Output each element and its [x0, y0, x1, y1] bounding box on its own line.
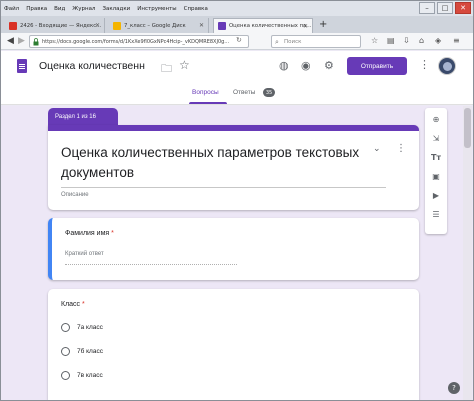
- scroll-thumb[interactable]: [464, 108, 471, 148]
- send-button[interactable]: Отправить: [347, 57, 407, 75]
- tab-label: 7_класс – Google Диск: [124, 22, 186, 29]
- menu-history[interactable]: Журнал: [72, 6, 95, 12]
- minimize-button[interactable]: –: [419, 2, 435, 14]
- form-editor: Раздел 1 из 16 Оценка количественных пар…: [1, 106, 473, 400]
- collapse-icon[interactable]: ⌄: [373, 144, 381, 154]
- help-icon[interactable]: ?: [448, 382, 460, 394]
- menu-edit[interactable]: Правка: [26, 6, 47, 12]
- tab-label: 2426 - Входящие — Яндекс…: [20, 22, 102, 29]
- radio-option[interactable]: 7б класс: [61, 347, 103, 356]
- back-icon[interactable]: ◀: [7, 36, 14, 46]
- question-card[interactable]: Фамилия имя * Краткий ответ: [48, 218, 419, 280]
- radio-circle[interactable]: [61, 323, 70, 332]
- tab-drive[interactable]: 7_класс – Google Диск ✕: [109, 18, 209, 33]
- folder-icon[interactable]: 🗀: [161, 60, 172, 79]
- download-icon[interactable]: ⇩: [403, 36, 410, 45]
- add-video-icon[interactable]: ▶: [425, 191, 447, 200]
- question-card[interactable]: Класс * 7а класс 7б класс 7в класс: [48, 289, 419, 400]
- form-doc-title[interactable]: Оценка количественн: [39, 60, 145, 72]
- home-icon[interactable]: ⌂: [419, 36, 424, 45]
- more-options-icon[interactable]: ⋮: [419, 58, 430, 71]
- floating-toolbar: ⊕ ⇲ Tт ▣ ▶ ☰: [425, 108, 447, 234]
- gmail-icon: [9, 21, 17, 30]
- menu-file[interactable]: Файл: [4, 6, 19, 12]
- pocket-icon[interactable]: ◈: [435, 36, 441, 45]
- reader-icon[interactable]: ▤: [387, 36, 395, 45]
- menu-help[interactable]: Справка: [184, 6, 208, 12]
- add-title-icon[interactable]: Tт: [425, 153, 447, 162]
- avatar[interactable]: [438, 57, 456, 75]
- add-question-icon[interactable]: ⊕: [425, 115, 447, 124]
- navigation-bar: ◀ ▶ https://docs.google.com/forms/d/1KxX…: [1, 33, 473, 50]
- add-section-icon[interactable]: ☰: [425, 210, 447, 219]
- new-tab-icon[interactable]: +: [319, 19, 327, 30]
- close-window-button[interactable]: ✕: [455, 2, 471, 14]
- close-tab-icon[interactable]: ✕: [95, 22, 100, 29]
- palette-icon[interactable]: ◍: [279, 59, 289, 72]
- question-title: Фамилия имя: [65, 230, 110, 237]
- section-more-icon[interactable]: ⋮: [396, 143, 406, 154]
- tab-answers[interactable]: Ответы: [233, 89, 255, 96]
- radio-circle[interactable]: [61, 347, 70, 356]
- menu-bookmarks[interactable]: Закладки: [102, 6, 130, 12]
- description-field[interactable]: Описание: [61, 192, 89, 198]
- tab-label: Оценка количественных па…: [229, 23, 312, 29]
- menu-bar: Файл Правка Вид Журнал Закладки Инструме…: [1, 1, 473, 16]
- tab-mail[interactable]: 2426 - Входящие — Яндекс… ✕: [5, 18, 105, 33]
- option-label: 7б класс: [77, 348, 103, 355]
- menu-view[interactable]: Вид: [54, 6, 65, 12]
- title-underline: [61, 187, 386, 188]
- option-label: 7а класс: [77, 324, 103, 331]
- preview-eye-icon[interactable]: ◉: [301, 59, 311, 72]
- hamburger-menu-icon[interactable]: ≡: [453, 36, 460, 45]
- tab-forms[interactable]: Оценка количественных па… ✕: [213, 18, 313, 33]
- tab-strip: 2426 - Входящие — Яндекс… ✕ 7_класс – Go…: [1, 16, 473, 33]
- form-title[interactable]: Оценка количественных параметров текстов…: [61, 143, 361, 183]
- bookmark-star-icon[interactable]: ☆: [371, 36, 378, 45]
- section-label: Раздел 1 из 16: [48, 108, 118, 126]
- radio-circle[interactable]: [61, 371, 70, 380]
- answers-count-badge: 35: [263, 88, 275, 97]
- form-tabs: Вопросы Ответы 35: [1, 85, 473, 105]
- tab-questions[interactable]: Вопросы: [192, 89, 219, 96]
- reload-icon[interactable]: ↻: [236, 36, 242, 44]
- radio-option[interactable]: 7а класс: [61, 323, 103, 332]
- maximize-button[interactable]: □: [437, 2, 453, 14]
- close-tab-icon[interactable]: ✕: [199, 22, 204, 29]
- scrollbar[interactable]: [463, 106, 472, 400]
- forms-logo-icon[interactable]: [17, 59, 27, 73]
- drive-icon: [113, 21, 121, 30]
- active-tab-indicator: [189, 102, 227, 104]
- menu-tools[interactable]: Инструменты: [137, 6, 176, 12]
- window-controls: – □ ✕: [419, 2, 471, 14]
- question-label: Класс *: [61, 301, 85, 308]
- close-tab-icon[interactable]: ✕: [303, 23, 308, 30]
- settings-gear-icon[interactable]: ⚙: [324, 59, 334, 72]
- question-title: Класс: [61, 301, 81, 308]
- url-text: https://docs.google.com/forms/d/1KxXe9fl…: [42, 38, 230, 45]
- url-bar[interactable]: https://docs.google.com/forms/d/1KxXe9fl…: [29, 35, 249, 48]
- import-questions-icon[interactable]: ⇲: [425, 134, 447, 143]
- star-icon[interactable]: ☆: [179, 58, 190, 72]
- search-icon: ⌕: [275, 38, 279, 46]
- short-answer-field: Краткий ответ: [65, 251, 237, 265]
- forms-icon: [218, 22, 226, 30]
- forward-icon[interactable]: ▶: [18, 36, 25, 46]
- search-placeholder: Поиск: [284, 38, 302, 45]
- search-input[interactable]: ⌕ Поиск: [271, 35, 361, 48]
- required-asterisk: *: [111, 230, 114, 237]
- add-image-icon[interactable]: ▣: [425, 172, 447, 181]
- option-label: 7в класс: [77, 372, 103, 379]
- radio-option[interactable]: 7в класс: [61, 371, 103, 380]
- required-asterisk: *: [82, 301, 85, 308]
- title-card[interactable]: Оценка количественных параметров текстов…: [48, 125, 419, 210]
- lock-icon: [33, 38, 39, 46]
- question-label: Фамилия имя *: [65, 230, 114, 237]
- browser-window: Файл Правка Вид Журнал Закладки Инструме…: [0, 0, 474, 401]
- forms-header: Оценка количественн 🗀 ☆ ◍ ◉ ⚙ Отправить …: [1, 51, 473, 105]
